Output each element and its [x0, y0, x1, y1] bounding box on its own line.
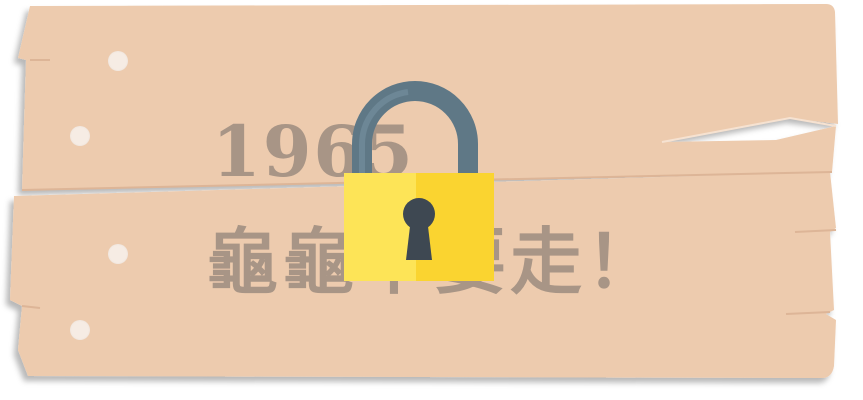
nail-top-1 — [108, 51, 128, 71]
nail-bottom-1 — [108, 244, 128, 264]
level-card[interactable]: 1965 龜龜不要走！ — [0, 0, 863, 400]
padlock-icon — [344, 81, 494, 281]
nail-bottom-2 — [70, 320, 90, 340]
nail-top-2 — [70, 126, 90, 146]
